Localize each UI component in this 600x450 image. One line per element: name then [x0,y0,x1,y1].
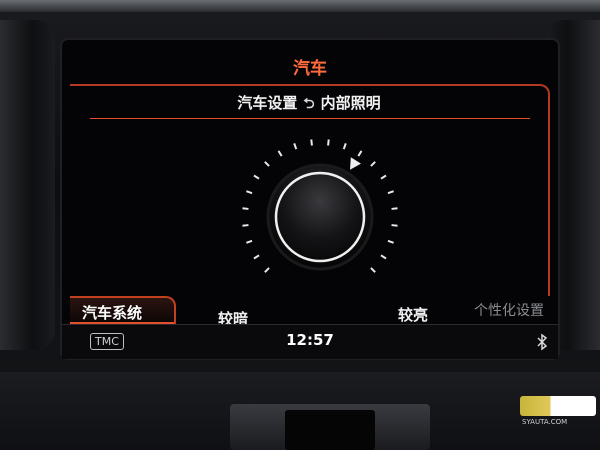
lower-display [285,410,375,450]
watermark-text: SYAUTA.COM [522,418,568,426]
dial-tick [391,207,398,210]
app-title: 汽车 [293,59,327,79]
dial-tick [357,150,363,157]
dial-tick [242,207,249,210]
clock: 12:57 [286,331,334,349]
dial-tick [242,224,249,227]
dial-tick [293,143,298,150]
dial-tick [391,224,398,227]
title-bar: 汽车 [62,40,558,84]
dial-tick [370,161,376,167]
dial-tick [387,190,394,195]
content-frame: 汽车设置 ⮌ 内部照明 较暗 较亮 [70,84,550,328]
dial-pointer-icon [350,157,361,170]
dial-tick [370,267,376,273]
tab-personalization[interactable]: 个性化设置 [474,300,544,320]
dial-tick [246,190,253,195]
dial-graphic [242,139,398,273]
status-bar: TMC 12:57 [62,324,558,359]
dial-tick [380,174,387,180]
dial-tick [310,139,313,146]
breadcrumb-current: 内部照明 [320,94,381,112]
watermark-logo [520,396,596,416]
bluetooth-icon [537,333,548,351]
back-arrow-icon: ⮌ [303,96,315,112]
dial-tick [264,161,270,167]
breadcrumb: 汽车设置 ⮌ 内部照明 [70,92,548,117]
dial-tick [253,254,260,260]
tab-car-systems-label: 汽车系统 [82,304,143,322]
brightness-dial[interactable] [235,132,405,302]
header-divider [90,118,530,119]
dial-tick [380,254,387,260]
tab-car-systems[interactable]: 汽车系统 [70,296,176,324]
bezel-left-trim [0,20,55,350]
infotainment-screen: 汽车 汽车设置 ⮌ 内部照明 较暗 较亮 汽车系统 个性化设置 TMC 12:5… [62,40,558,359]
dial-tick [246,239,253,244]
watermark: SYAUTA.COM [520,388,596,428]
dial-tick [277,150,283,157]
dial-tick [342,143,347,150]
bezel-top-trim [0,0,600,12]
dial-tick [264,267,270,273]
dial-tick [327,139,330,146]
dial-knob[interactable] [266,163,374,271]
breadcrumb-parent[interactable]: 汽车设置 [237,94,297,112]
dial-tick [387,239,394,244]
bottom-nav-bar: 汽车系统 个性化设置 [70,296,548,325]
dial-tick [253,174,260,180]
